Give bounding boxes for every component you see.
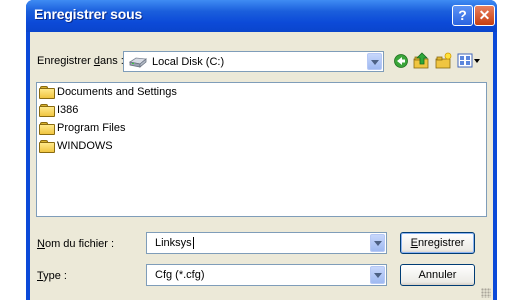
views-menu-icon[interactable] — [457, 53, 481, 68]
list-item-label: Program Files — [57, 122, 126, 134]
list-item[interactable]: Documents and Settings — [39, 84, 177, 100]
back-icon[interactable] — [394, 54, 408, 68]
chevron-down-icon[interactable] — [370, 234, 385, 252]
cancel-button[interactable]: Annuler — [400, 264, 475, 286]
folder-icon — [39, 104, 55, 117]
dialog-body: Enregistrer dans : Local Disk (C:) Docum… — [30, 32, 493, 300]
chevron-down-icon[interactable] — [370, 266, 385, 284]
file-list[interactable]: Documents and Settings I386 Program File… — [36, 82, 487, 217]
save-in-value: Local Disk (C:) — [152, 56, 225, 68]
list-item[interactable]: Program Files — [39, 120, 125, 136]
list-item[interactable]: WINDOWS — [39, 138, 113, 154]
save-button[interactable]: Enregistrer — [400, 232, 475, 254]
chevron-down-icon[interactable] — [367, 53, 382, 70]
save-as-dialog: Enregistrer sous ? ✕ Enregistrer dans : … — [26, 0, 497, 300]
filetype-label: Type : — [37, 270, 67, 282]
filename-value: Linksys — [155, 237, 194, 250]
filename-label: Nom du fichier : — [37, 238, 115, 250]
filetype-value: Cfg (*.cfg) — [155, 269, 205, 281]
folder-icon — [39, 86, 55, 99]
save-in-label: Enregistrer dans : — [37, 55, 124, 67]
list-item-label: WINDOWS — [57, 140, 113, 152]
folder-icon — [39, 122, 55, 135]
list-item-label: I386 — [57, 104, 79, 116]
title-bar[interactable]: Enregistrer sous ? ✕ — [26, 0, 497, 32]
filetype-dropdown[interactable]: Cfg (*.cfg) — [146, 264, 387, 286]
list-item[interactable]: I386 — [39, 102, 78, 118]
save-in-dropdown[interactable]: Local Disk (C:) — [123, 51, 384, 72]
folder-icon — [39, 140, 55, 153]
window-title: Enregistrer sous — [34, 6, 143, 22]
resize-grip[interactable] — [481, 288, 491, 298]
filename-input[interactable]: Linksys — [146, 232, 387, 254]
new-folder-icon[interactable] — [435, 52, 453, 69]
close-button[interactable]: ✕ — [474, 5, 495, 26]
up-folder-icon[interactable] — [413, 52, 431, 69]
hard-disk-icon — [129, 57, 147, 68]
list-item-label: Documents and Settings — [57, 86, 177, 98]
help-button[interactable]: ? — [452, 5, 473, 26]
text-cursor — [192, 237, 194, 250]
